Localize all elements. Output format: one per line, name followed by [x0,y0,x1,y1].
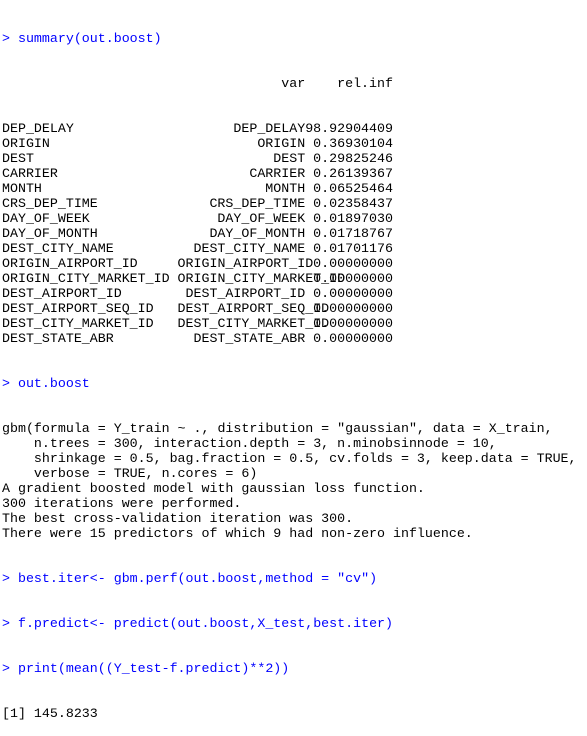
row-rel-inf: 98.92904409 [305,121,393,136]
row-var: DEST_AIRPORT_ID [185,286,306,301]
row-name: ORIGIN_CITY_MARKET_ID [2,271,170,286]
output-line: 300 iterations were performed. [2,496,242,511]
summary-row: DEST_AIRPORT_ID DEST_AIRPORT_ID 0.00000000 [2,286,587,301]
row-rel-inf: 0.02358437 [313,196,393,211]
row-var: DEST [273,151,306,166]
row-name: DEST_CITY_MARKET_ID [2,316,154,331]
row-rel-inf: 0.29825246 [313,151,393,166]
row-var: DEST_AIRPORT_SEQ_ID [177,301,330,316]
row-rel-inf: 0.01701176 [313,241,393,256]
summary-rows: DEP_DELAY DEP_DELAY98.92904409 ORIGIN ORIGI… [2,121,587,346]
output-line: A gradient boosted model with gaussian l… [2,481,425,496]
prompt: > [2,661,10,676]
command-line: > out.boost [2,376,587,391]
row-rel-inf: 0.00000000 [313,286,393,301]
command-text: best.iter<- gbm.perf(out.boost,method = … [17,571,378,586]
output-line: The best cross-validation iteration was … [2,511,354,526]
header-var: var [281,76,306,91]
row-rel-inf: 0.01718767 [313,226,393,241]
row-var: DEST_STATE_ABR [193,331,306,346]
row-var: ORIGIN_CITY_MARKET_ID [177,271,346,286]
mse-result: [1] 145.8233 [2,706,98,721]
prompt: > [2,31,10,46]
summary-row: CARRIER CARRIER 0.26139367 [2,166,587,181]
model-output: gbm(formula = Y_train ~ ., distribution … [2,421,587,541]
row-name: CRS_DEP_TIME [2,196,98,211]
summary-row: DEST_CITY_MARKET_ID DEST_CITY_MARKET_ID0.… [2,316,587,331]
output-line: n.trees = 300, interaction.depth = 3, n.… [2,436,497,451]
summary-header: var rel.inf [2,76,587,91]
summary-row: ORIGIN_CITY_MARKET_ID ORIGIN_CITY_MARKET_… [2,271,587,286]
row-name: DEP_DELAY [2,121,74,136]
row-name: ORIGIN_AIRPORT_ID [2,256,138,271]
row-var: ORIGIN [257,136,306,151]
summary-row: CRS_DEP_TIME CRS_DEP_TIME 0.02358437 [2,196,587,211]
output-line: There were 15 predictors of which 9 had … [2,526,473,541]
output-line: verbose = TRUE, n.cores = 6) [2,466,258,481]
row-var: DAY_OF_MONTH [209,226,306,241]
row-name: DEST_CITY_NAME [2,241,114,256]
command-line: > best.iter<- gbm.perf(out.boost,method … [2,571,587,586]
row-name: DEST [2,151,34,166]
command-text: out.boost [17,376,90,391]
command-text: print(mean((Y_test-f.predict)**2)) [17,661,290,676]
row-name: DEST_AIRPORT_ID [2,286,122,301]
row-rel-inf: 0.01897030 [313,211,393,226]
row-rel-inf: 0.00000000 [313,316,393,331]
row-name: DAY_OF_MONTH [2,226,98,241]
output-line: shrinkage = 0.5, bag.fraction = 0.5, cv.… [2,451,577,466]
prompt: > [2,571,10,586]
command-text: f.predict<- predict(out.boost,X_test,bes… [17,616,394,631]
summary-row: DAY_OF_WEEK DAY_OF_WEEK 0.01897030 [2,211,587,226]
row-rel-inf: 0.00000000 [313,331,393,346]
command-line: > f.predict<- predict(out.boost,X_test,b… [2,616,587,631]
row-var: DEST_CITY_MARKET_ID [177,316,330,331]
row-rel-inf: 0.36930104 [313,136,393,151]
prompt: > [2,616,10,631]
row-var: MONTH [265,181,306,196]
r-console[interactable]: > summary(out.boost) var rel.inf DEP_DELA… [0,0,587,736]
prompt: > [2,376,10,391]
row-name: DAY_OF_WEEK [2,211,90,226]
row-var: DAY_OF_WEEK [217,211,306,226]
summary-row: DEST DEST 0.29825246 [2,151,587,166]
row-var: DEST_CITY_NAME [193,241,306,256]
summary-row: ORIGIN ORIGIN 0.36930104 [2,136,587,151]
row-rel-inf: 0.00000000 [313,271,393,286]
row-var: ORIGIN_AIRPORT_ID [177,256,314,271]
summary-row: MONTH MONTH 0.06525464 [2,181,587,196]
row-var: DEP_DELAY [233,121,306,136]
summary-row: DAY_OF_MONTH DAY_OF_MONTH 0.01718767 [2,226,587,241]
row-rel-inf: 0.26139367 [313,166,393,181]
summary-row: DEST_CITY_NAME DEST_CITY_NAME 0.01701176 [2,241,587,256]
summary-row: ORIGIN_AIRPORT_ID ORIGIN_AIRPORT_ID0.0000… [2,256,587,271]
row-var: CARRIER [249,166,306,181]
summary-row: DEP_DELAY DEP_DELAY98.92904409 [2,121,587,136]
summary-row: DEST_STATE_ABR DEST_STATE_ABR 0.00000000 [2,331,587,346]
row-rel-inf: 0.06525464 [313,181,393,196]
row-name: CARRIER [2,166,58,181]
row-name: DEST_STATE_ABR [2,331,114,346]
row-name: DEST_AIRPORT_SEQ_ID [2,301,154,316]
row-var: CRS_DEP_TIME [209,196,306,211]
output-line: gbm(formula = Y_train ~ ., distribution … [2,421,553,436]
command-line: > summary(out.boost) [2,31,587,46]
row-rel-inf: 0.00000000 [313,301,393,316]
row-name: ORIGIN [2,136,50,151]
row-name: MONTH [2,181,42,196]
row-rel-inf: 0.00000000 [313,256,393,271]
header-rel-inf: rel.inf [337,76,393,91]
command-line: > print(mean((Y_test-f.predict)**2)) [2,661,587,676]
summary-row: DEST_AIRPORT_SEQ_ID DEST_AIRPORT_SEQ_ID0.… [2,301,587,316]
command-text: summary(out.boost) [17,31,162,46]
